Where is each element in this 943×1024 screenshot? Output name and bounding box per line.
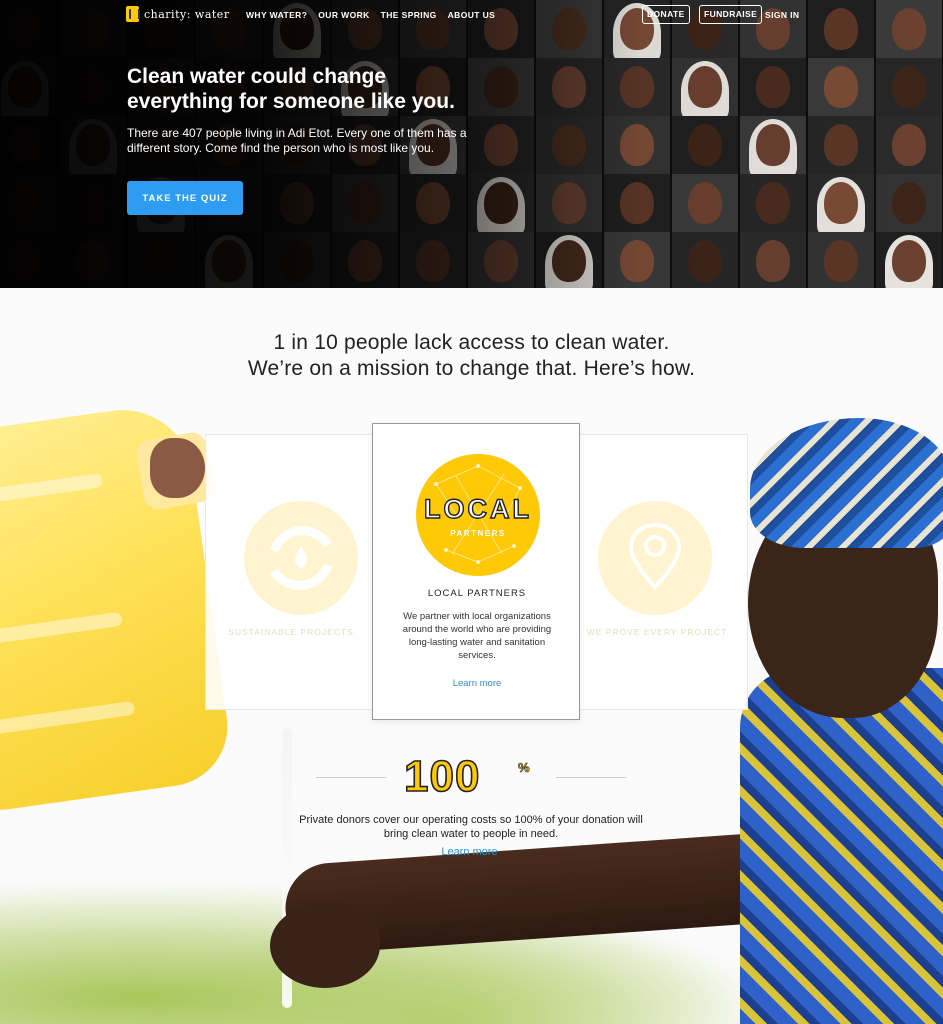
location-pin-icon <box>598 501 712 615</box>
divider-left <box>316 777 386 778</box>
we-prove-every-project-label: WE PROVE EVERY PROJECT <box>586 627 728 637</box>
mission-heading: 1 in 10 people lack access to clean wate… <box>0 330 943 382</box>
nav-link-about-us[interactable]: ABOUT US <box>448 10 496 20</box>
sign-in-link[interactable]: SIGN IN <box>765 10 799 20</box>
hundred-percent-learn-more-link[interactable]: Learn more <box>441 846 497 858</box>
card-title: LOCAL PARTNERS <box>427 588 527 599</box>
mission-section: 1 in 10 people lack access to clean wate… <box>0 288 943 1024</box>
cupped-hands-image <box>270 903 380 988</box>
card-sustainable-projects[interactable]: SUSTAINABLE PROJECTS <box>205 434 377 710</box>
badge-partners-text: PARTNERS <box>450 529 506 538</box>
local-partners-learn-more-link[interactable]: Learn more <box>373 678 581 689</box>
mission-line-2: We’re on a mission to change that. Here’… <box>247 357 696 380</box>
logo-text: charity: water <box>144 7 230 21</box>
hundred-number: 100 <box>403 751 481 802</box>
mission-line-1: 1 in 10 people lack access to clean wate… <box>273 331 670 354</box>
nav-links: WHY WATER? OUR WORK THE SPRING ABOUT US <box>246 10 495 20</box>
jerrycan-logo-icon <box>126 6 140 22</box>
card-local-partners[interactable]: LOCAL PARTNERS LOCAL PARTNERS We partner… <box>372 423 580 720</box>
donor-learn-more: Learn more. <box>286 846 656 858</box>
donate-button[interactable]: DONATE <box>642 5 690 24</box>
hero-section: charity: water WHY WATER? OUR WORK THE S… <box>0 0 943 288</box>
donor-description: Private donors cover our operating costs… <box>299 814 643 840</box>
hero-title: Clean water could change everything for … <box>127 65 455 113</box>
card-we-prove-every-project[interactable]: WE PROVE EVERY PROJECT <box>573 434 748 710</box>
hundred-percent-heading: 100 % <box>316 751 626 802</box>
fundraise-button[interactable]: FUNDRAISE <box>699 5 763 24</box>
percent-symbol: % <box>518 760 530 776</box>
nav-link-the-spring[interactable]: THE SPRING <box>381 10 437 20</box>
top-navigation: charity: water WHY WATER? OUR WORK THE S… <box>0 0 943 30</box>
divider-right <box>556 777 626 778</box>
hero-description: There are 407 people living in Adi Etot.… <box>127 126 467 155</box>
take-quiz-button[interactable]: TAKE THE QUIZ <box>127 181 243 215</box>
smiling-woman-image <box>720 418 943 1024</box>
sustainable-projects-label: SUSTAINABLE PROJECTS <box>228 627 354 637</box>
local-partners-badge-icon: LOCAL PARTNERS <box>416 454 540 576</box>
recycle-circle-icon <box>244 501 358 615</box>
card-description: We partner with local organizations arou… <box>402 611 552 661</box>
nav-link-why-water[interactable]: WHY WATER? <box>246 10 307 20</box>
nav-link-our-work[interactable]: OUR WORK <box>318 10 369 20</box>
badge-local-text: LOCAL <box>423 493 532 524</box>
period: . <box>497 846 501 858</box>
logo[interactable]: charity: water <box>126 6 230 22</box>
pouring-hand-image <box>150 438 205 498</box>
